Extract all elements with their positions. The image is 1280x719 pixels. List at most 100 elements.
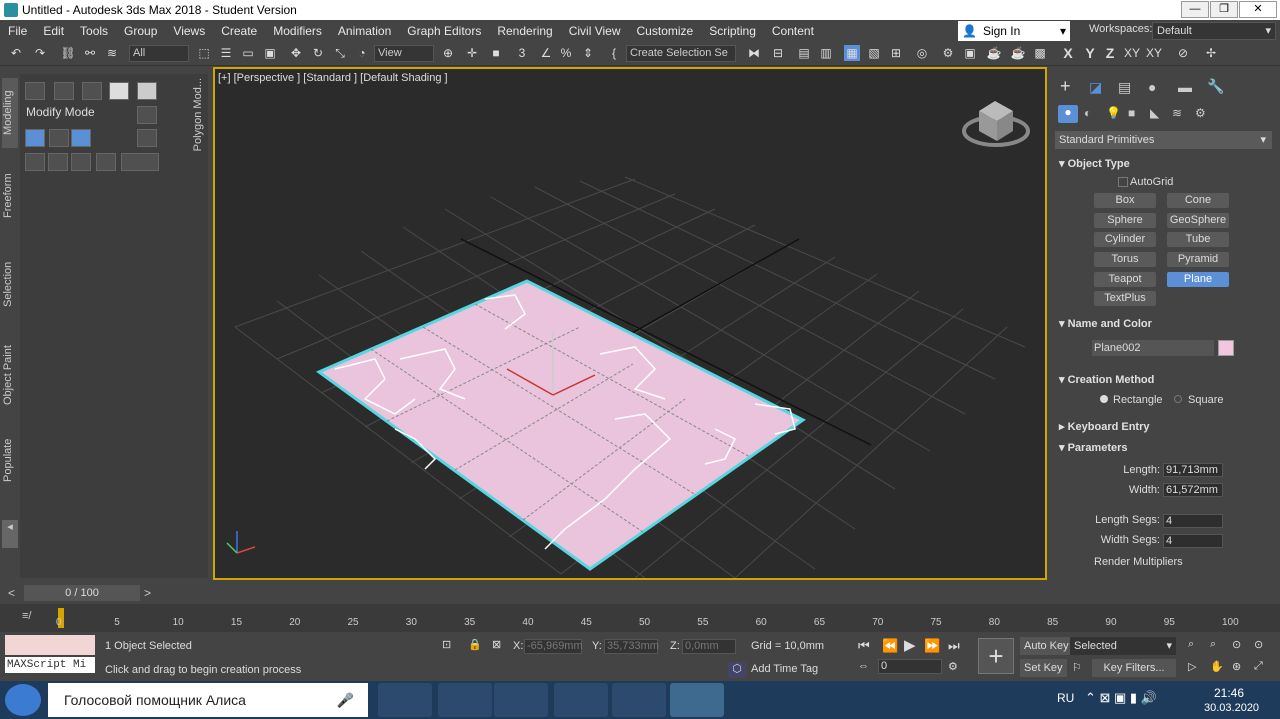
pan-icon[interactable]: ✋: [1210, 660, 1224, 673]
rotate-icon[interactable]: ↻: [310, 45, 326, 61]
width-segs-spinner[interactable]: 4: [1163, 534, 1223, 548]
tool-2-icon[interactable]: [48, 153, 68, 171]
mirror-icon[interactable]: ⧓: [746, 45, 762, 61]
rendered-frame-icon[interactable]: ▣: [962, 45, 978, 61]
place-icon[interactable]: ◔: [354, 45, 370, 61]
transform-gizmo-icon[interactable]: ✢: [1203, 45, 1219, 61]
render-icon[interactable]: ☕: [986, 45, 1002, 61]
menu-scripting[interactable]: Scripting: [701, 20, 764, 42]
teapot-button[interactable]: Teapot: [1094, 272, 1156, 287]
time-config-icon[interactable]: ⚙: [948, 660, 958, 673]
zoom-icon[interactable]: ⌕: [1188, 638, 1194, 651]
window-crossing-icon[interactable]: ▣: [262, 45, 278, 61]
menu-edit[interactable]: Edit: [35, 20, 72, 42]
3ds-max-taskbar-icon[interactable]: [670, 683, 724, 717]
width-spinner[interactable]: 61,572mm: [1163, 483, 1223, 497]
tool-3-icon[interactable]: [71, 153, 91, 171]
vertex-mode-icon[interactable]: [25, 82, 45, 100]
space-warps-icon[interactable]: ≋: [1172, 106, 1182, 120]
microphone-icon[interactable]: 🎤: [337, 683, 354, 717]
render-iterative-icon[interactable]: ☕: [1010, 45, 1026, 61]
square-radio[interactable]: [1174, 395, 1182, 403]
layer-explorer-icon[interactable]: ▥: [818, 45, 834, 61]
creation-method-rollout[interactable]: ▾ Creation Method: [1059, 373, 1269, 386]
category-select[interactable]: Standard Primitives ▾: [1055, 131, 1272, 149]
tab-populate[interactable]: Populate: [2, 430, 18, 490]
element-mode-icon[interactable]: [137, 82, 157, 100]
axis-z-button[interactable]: Z: [1102, 45, 1118, 61]
tube-button[interactable]: Tube: [1167, 232, 1229, 247]
viewport-canvas[interactable]: [215, 69, 1045, 578]
select-by-name-icon[interactable]: ☰: [218, 45, 234, 61]
redo-icon[interactable]: ↷: [32, 45, 48, 61]
auto-key-button[interactable]: Auto Key: [1020, 637, 1073, 655]
angle-snap-icon[interactable]: ∠: [538, 45, 554, 61]
pyramid-button[interactable]: Pyramid: [1167, 252, 1229, 267]
object-color-swatch[interactable]: [1218, 340, 1234, 356]
motion-tab-icon[interactable]: ●: [1148, 79, 1156, 95]
key-mode-icon[interactable]: ⇔: [858, 660, 869, 672]
play-icon[interactable]: ▶: [904, 636, 916, 654]
viewcube[interactable]: [962, 101, 1030, 147]
object-type-rollout[interactable]: ▾ Object Type: [1059, 157, 1269, 170]
menu-rendering[interactable]: Rendering: [489, 20, 560, 42]
add-time-tag-label[interactable]: Add Time Tag: [751, 663, 818, 675]
polygon-mode-icon[interactable]: [109, 82, 129, 100]
clock-date[interactable]: 30.03.2020: [1204, 702, 1259, 714]
keyboard-entry-rollout[interactable]: ▸ Keyboard Entry: [1059, 420, 1269, 433]
key-filters-button[interactable]: Key Filters...: [1092, 659, 1176, 677]
zoom-extents-icon[interactable]: ⊙: [1232, 638, 1241, 651]
taskbar-search[interactable]: Голосовой помощник Алиса 🎤: [48, 683, 368, 717]
utilities-tab-icon[interactable]: 🔧: [1207, 78, 1224, 95]
absolute-mode-icon[interactable]: ⊠: [492, 638, 501, 651]
helpers-icon[interactable]: ◣: [1150, 106, 1159, 120]
keyboard-shortcut-icon[interactable]: ■: [488, 45, 504, 61]
length-spinner[interactable]: 91,713mm: [1163, 463, 1223, 477]
previous-frame-icon[interactable]: ⏪: [882, 638, 898, 654]
menu-graph-editors[interactable]: Graph Editors: [399, 20, 489, 42]
selection-filter-select[interactable]: All: [129, 45, 189, 62]
z-coord-field[interactable]: 0,0mm: [682, 639, 736, 654]
y-coord-field[interactable]: 35,733mm: [604, 639, 659, 654]
link-icon[interactable]: ⛓: [60, 45, 76, 61]
undo-icon[interactable]: ↶: [8, 45, 24, 61]
spinner-snap-icon[interactable]: ⇕: [580, 45, 596, 61]
polygon-modeling-panel-title[interactable]: Polygon Mod...: [192, 78, 204, 151]
ribbon-toggle-icon[interactable]: ▦: [844, 45, 860, 61]
menu-views[interactable]: Views: [165, 20, 213, 42]
set-keys-icon[interactable]: +: [978, 638, 1014, 674]
autogrid-checkbox[interactable]: [1118, 177, 1128, 187]
relax-icon[interactable]: [49, 129, 69, 147]
render-cloud-icon[interactable]: ▩: [1032, 45, 1048, 61]
next-frame-icon[interactable]: ⏩: [924, 638, 940, 654]
sphere-button[interactable]: Sphere: [1094, 213, 1156, 228]
textplus-button[interactable]: TextPlus: [1094, 291, 1156, 306]
rectangle-select-icon[interactable]: ▭: [240, 45, 256, 61]
maximize-button[interactable]: ❐: [1210, 1, 1238, 18]
show-end-result-icon[interactable]: [71, 129, 91, 147]
reference-coord-select[interactable]: View: [374, 45, 434, 62]
clock-time[interactable]: 21:46: [1214, 686, 1244, 700]
scene-explorer-icon[interactable]: ▤: [796, 45, 812, 61]
time-tag-icon[interactable]: ⬡: [728, 662, 746, 678]
object-name-input[interactable]: Plane002: [1092, 340, 1214, 356]
box-button[interactable]: Box: [1094, 193, 1156, 208]
menu-civil-view[interactable]: Civil View: [561, 20, 629, 42]
cone-button[interactable]: Cone: [1167, 193, 1229, 208]
parameters-rollout[interactable]: ▾ Parameters: [1059, 441, 1269, 454]
x-coord-field[interactable]: -65,969mm: [524, 639, 583, 654]
geosphere-button[interactable]: GeoSphere: [1167, 213, 1229, 228]
shapes-icon[interactable]: ◐: [1084, 106, 1091, 120]
tab-freeform[interactable]: Freeform: [2, 166, 18, 226]
plane-button[interactable]: Plane: [1167, 272, 1229, 287]
viewport-label[interactable]: [+] [Perspective ] [Standard ] [Default …: [218, 72, 448, 84]
set-key-button[interactable]: Set Key: [1020, 659, 1067, 677]
tab-modeling[interactable]: Modeling: [2, 78, 18, 148]
zoom-all-icon[interactable]: ⌕: [1210, 638, 1216, 651]
lights-icon[interactable]: 💡: [1106, 106, 1121, 120]
file-explorer-icon[interactable]: [438, 683, 492, 717]
select-manipulate-icon[interactable]: ✛: [464, 45, 480, 61]
maximize-viewport-icon[interactable]: ⤢: [1254, 660, 1263, 673]
orbit-icon[interactable]: ⊛: [1232, 660, 1241, 673]
language-indicator[interactable]: RU: [1057, 691, 1074, 705]
